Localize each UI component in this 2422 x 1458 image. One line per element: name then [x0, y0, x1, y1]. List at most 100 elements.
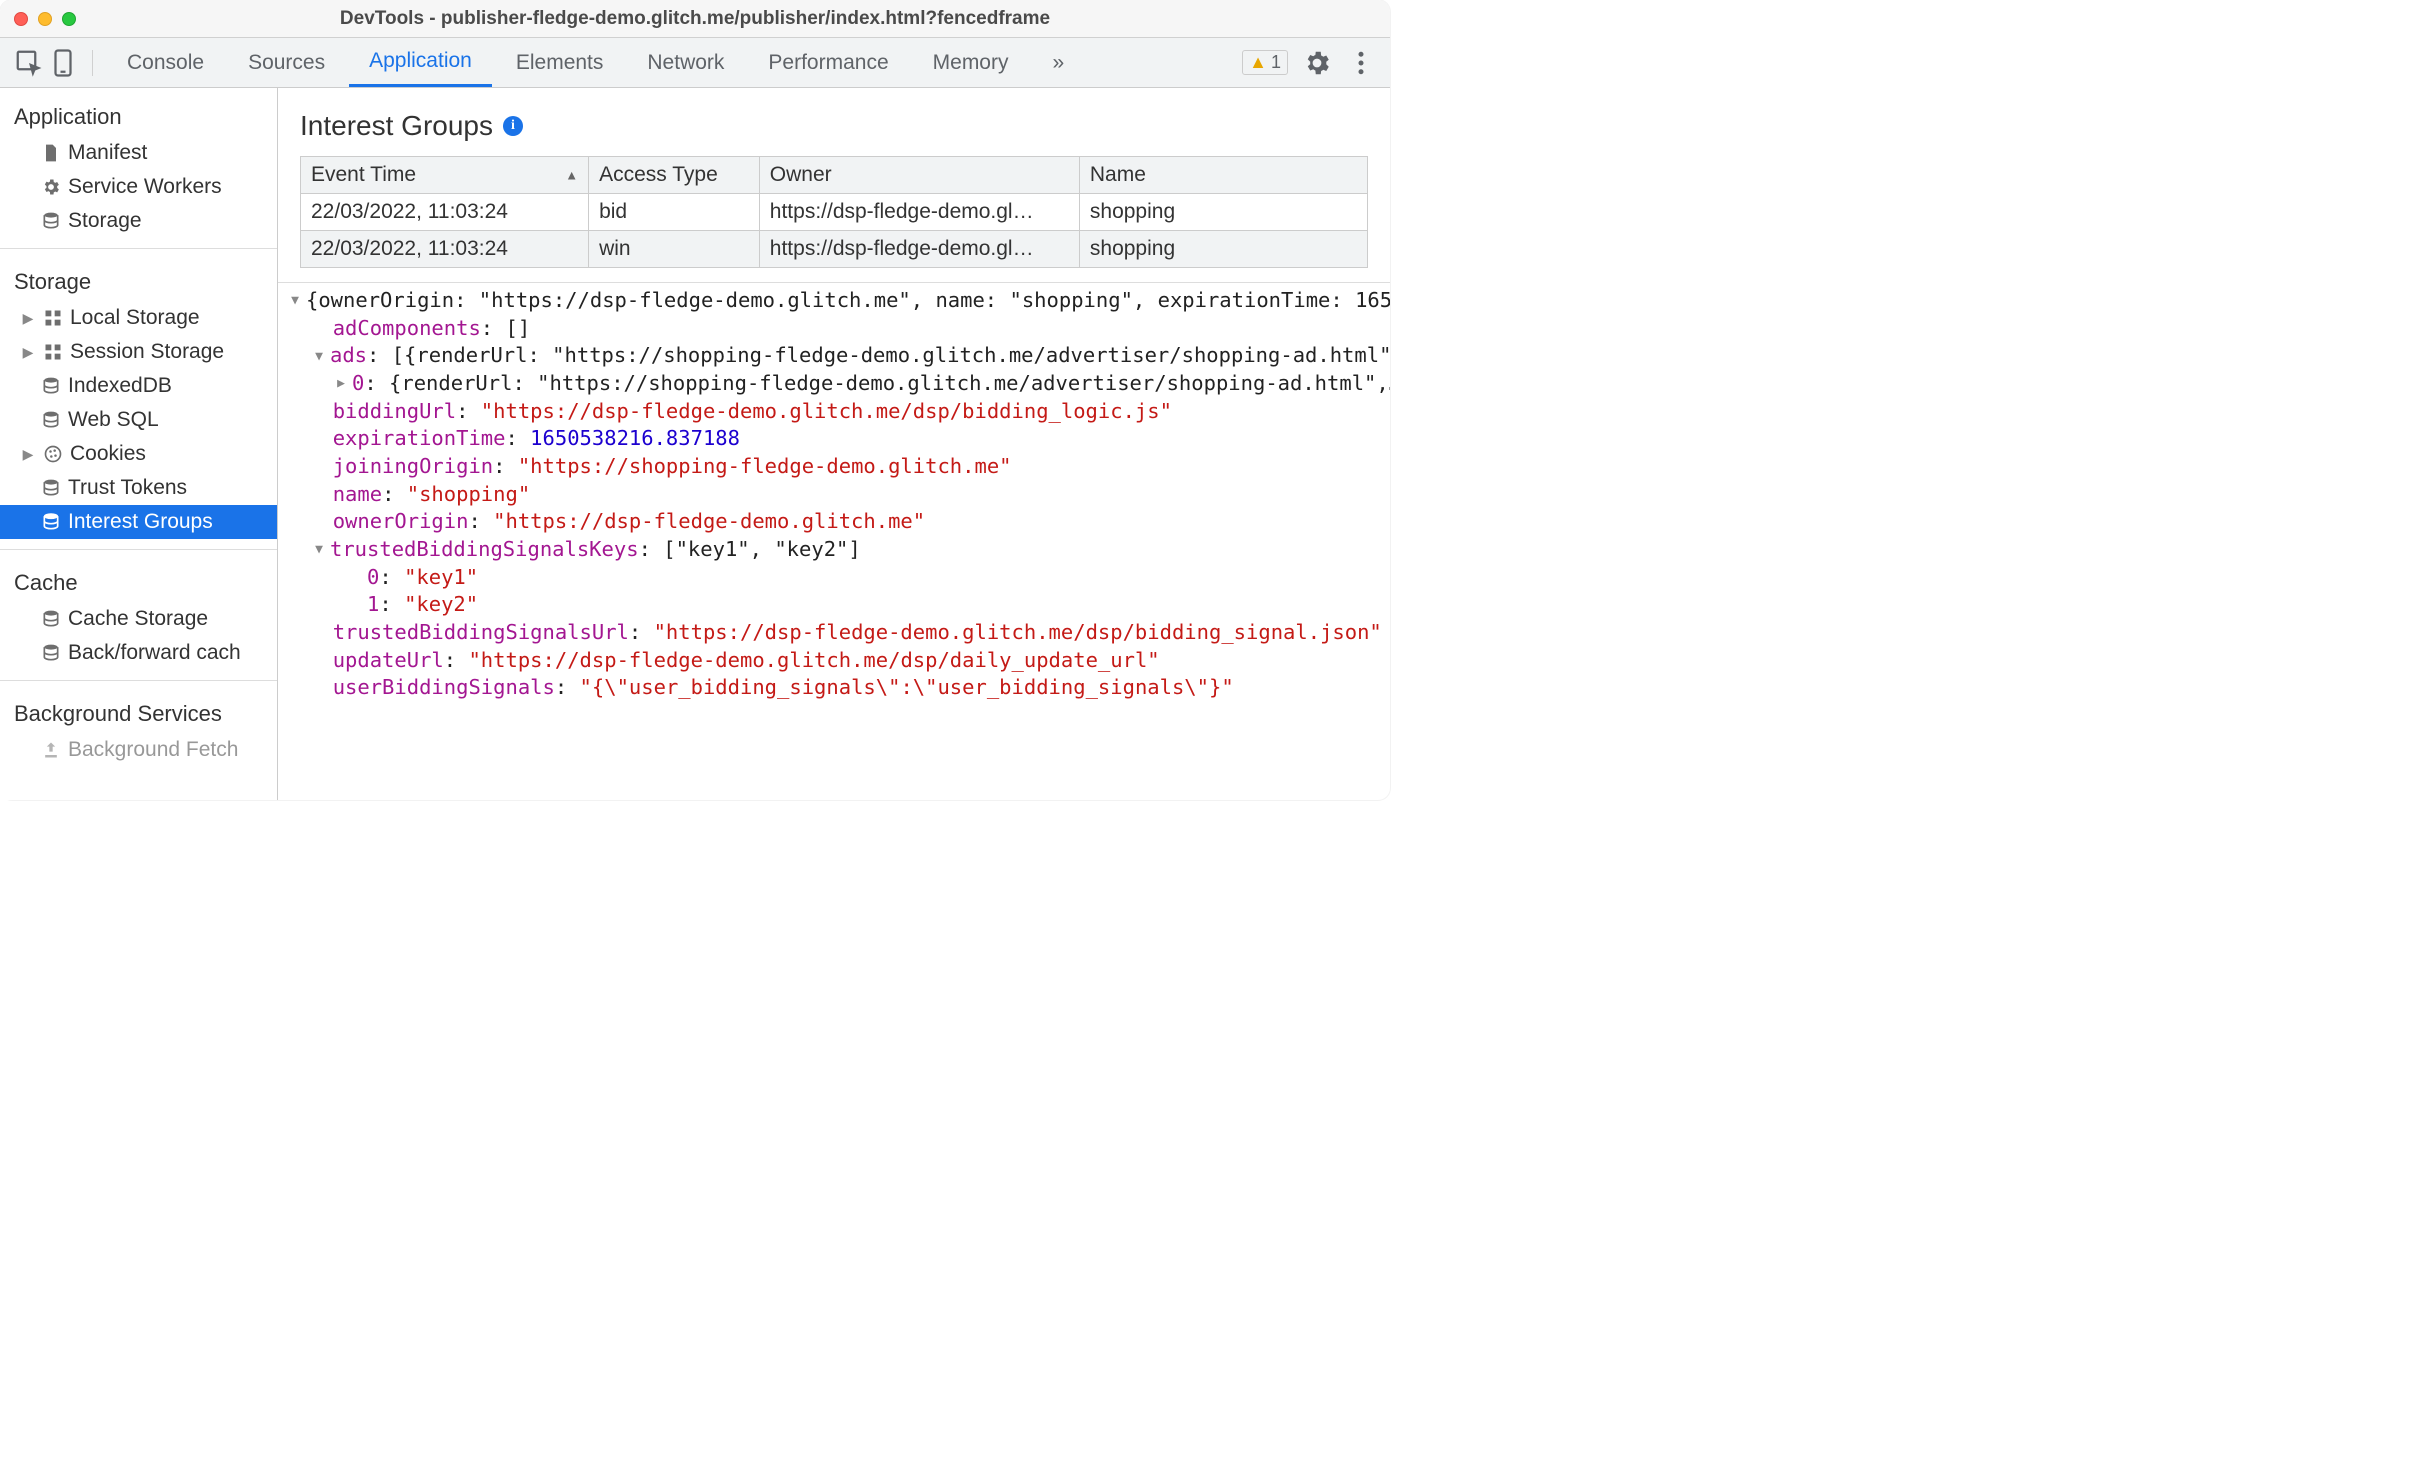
sidebar-label: Local Storage	[70, 306, 200, 330]
sidebar-label: IndexedDB	[68, 374, 172, 398]
window-title: DevTools - publisher-fledge-demo.glitch.…	[340, 8, 1050, 30]
detail-biddingurl[interactable]: biddingUrl: "https://dsp-fledge-demo.gli…	[278, 398, 1390, 426]
devtools-toolbar: Console Sources Application Elements Net…	[0, 38, 1390, 88]
sidebar-label: Session Storage	[70, 340, 224, 364]
main-area: Application Manifest Service Workers Sto…	[0, 88, 1390, 800]
toggle-icon[interactable]	[308, 348, 330, 366]
detail-adcomponents[interactable]: adComponents: []	[278, 315, 1390, 343]
sidebar-item-service-workers[interactable]: Service Workers	[0, 170, 277, 204]
detail-ubs[interactable]: userBiddingSignals: "{\"user_bidding_sig…	[278, 674, 1390, 702]
col-event-time[interactable]: Event Time ▲	[301, 157, 589, 194]
cell-name: shopping	[1079, 231, 1367, 268]
settings-icon[interactable]	[1302, 48, 1332, 78]
detail-tbsk-1[interactable]: 1: "key2"	[278, 591, 1390, 619]
warnings-badge[interactable]: ▲ 1	[1242, 50, 1288, 75]
application-sidebar: Application Manifest Service Workers Sto…	[0, 88, 278, 800]
sidebar-label: Cache Storage	[68, 607, 208, 631]
tab-more[interactable]: »	[1032, 38, 1084, 87]
expand-arrow-icon[interactable]: ▶	[20, 446, 36, 463]
cell-type: win	[589, 231, 760, 268]
sidebar-item-manifest[interactable]: Manifest	[0, 136, 277, 170]
document-icon	[40, 142, 62, 164]
detail-header[interactable]: {ownerOrigin: "https://dsp-fledge-demo.g…	[278, 287, 1390, 315]
info-icon[interactable]: i	[503, 116, 523, 136]
detail-tbsk[interactable]: trustedBiddingSignalsKeys: ["key1", "key…	[278, 536, 1390, 564]
title-prefix: DevTools -	[340, 8, 441, 29]
col-access-type[interactable]: Access Type	[589, 157, 760, 194]
tab-network[interactable]: Network	[627, 38, 744, 87]
toggle-icon[interactable]	[330, 375, 352, 393]
sidebar-item-background-fetch[interactable]: Background Fetch	[0, 733, 277, 767]
database-icon	[40, 642, 62, 664]
tab-performance[interactable]: Performance	[748, 38, 908, 87]
sidebar-item-local-storage[interactable]: ▶ Local Storage	[0, 301, 277, 335]
sidebar-item-cache-storage[interactable]: Cache Storage	[0, 602, 277, 636]
cell-name: shopping	[1079, 194, 1367, 231]
grid-icon	[42, 307, 64, 329]
divider	[0, 680, 277, 681]
section-application: Application	[0, 94, 277, 136]
sidebar-item-trust-tokens[interactable]: Trust Tokens	[0, 471, 277, 505]
section-background: Background Services	[0, 691, 277, 733]
sidebar-item-websql[interactable]: Web SQL	[0, 403, 277, 437]
detail-updateurl[interactable]: updateUrl: "https://dsp-fledge-demo.glit…	[278, 647, 1390, 675]
divider	[0, 549, 277, 550]
maximize-window-button[interactable]	[62, 12, 76, 26]
sidebar-label: Trust Tokens	[68, 476, 187, 500]
kebab-menu-icon[interactable]	[1346, 48, 1376, 78]
expand-arrow-icon[interactable]: ▶	[20, 310, 36, 327]
toggle-icon[interactable]	[284, 292, 306, 310]
database-icon	[40, 477, 62, 499]
detail-ads-0[interactable]: 0: {renderUrl: "https://shopping-fledge-…	[278, 370, 1390, 398]
titlebar: DevTools - publisher-fledge-demo.glitch.…	[0, 0, 1390, 38]
expand-arrow-icon[interactable]: ▶	[20, 344, 36, 361]
sidebar-item-session-storage[interactable]: ▶ Session Storage	[0, 335, 277, 369]
detail-joiningorigin[interactable]: joiningOrigin: "https://shopping-fledge-…	[278, 453, 1390, 481]
detail-ownerorigin[interactable]: ownerOrigin: "https://dsp-fledge-demo.gl…	[278, 508, 1390, 536]
detail-name[interactable]: name: "shopping"	[278, 481, 1390, 509]
detail-expiration[interactable]: expirationTime: 1650538216.837188	[278, 425, 1390, 453]
content-panel: Interest Groups i Event Time ▲ Access Ty…	[278, 88, 1390, 800]
warnings-count: 1	[1271, 52, 1281, 73]
tab-console[interactable]: Console	[107, 38, 224, 87]
cookie-icon	[42, 443, 64, 465]
detail-tbsu[interactable]: trustedBiddingSignalsUrl: "https://dsp-f…	[278, 619, 1390, 647]
toggle-icon[interactable]	[308, 541, 330, 559]
close-window-button[interactable]	[14, 12, 28, 26]
grid-icon	[42, 341, 64, 363]
panel-title-row: Interest Groups i	[278, 88, 1390, 156]
cell-type: bid	[589, 194, 760, 231]
inspect-element-icon[interactable]	[14, 48, 44, 78]
col-name[interactable]: Name	[1079, 157, 1367, 194]
sidebar-item-storage[interactable]: Storage	[0, 204, 277, 238]
database-icon	[40, 608, 62, 630]
sidebar-item-cookies[interactable]: ▶ Cookies	[0, 437, 277, 471]
sidebar-label: Interest Groups	[68, 510, 213, 534]
sidebar-item-indexeddb[interactable]: IndexedDB	[0, 369, 277, 403]
sidebar-label: Cookies	[70, 442, 146, 466]
cell-owner: https://dsp-fledge-demo.gl…	[759, 194, 1079, 231]
panel-title: Interest Groups	[300, 110, 493, 142]
cell-time: 22/03/2022, 11:03:24	[301, 194, 589, 231]
device-toggle-icon[interactable]	[48, 48, 78, 78]
sidebar-label: Web SQL	[68, 408, 159, 432]
tab-memory[interactable]: Memory	[913, 38, 1029, 87]
minimize-window-button[interactable]	[38, 12, 52, 26]
col-owner[interactable]: Owner	[759, 157, 1079, 194]
database-icon	[40, 511, 62, 533]
sidebar-item-bfcache[interactable]: Back/forward cach	[0, 636, 277, 670]
table-row[interactable]: 22/03/2022, 11:03:24 win https://dsp-fle…	[301, 231, 1368, 268]
detail-tbsk-0[interactable]: 0: "key1"	[278, 564, 1390, 592]
sidebar-item-interest-groups[interactable]: Interest Groups	[0, 505, 277, 539]
tab-elements[interactable]: Elements	[496, 38, 624, 87]
sidebar-label: Service Workers	[68, 175, 222, 199]
table-row[interactable]: 22/03/2022, 11:03:24 bid https://dsp-fle…	[301, 194, 1368, 231]
section-cache: Cache	[0, 560, 277, 602]
detail-ads[interactable]: ads: [{renderUrl: "https://shopping-fled…	[278, 342, 1390, 370]
gear-icon	[40, 176, 62, 198]
tab-sources[interactable]: Sources	[228, 38, 345, 87]
sort-asc-icon: ▲	[565, 168, 578, 183]
title-url: publisher-fledge-demo.glitch.me/publishe…	[441, 8, 1050, 29]
object-detail-viewer: {ownerOrigin: "https://dsp-fledge-demo.g…	[278, 282, 1390, 702]
tab-application[interactable]: Application	[349, 38, 492, 87]
